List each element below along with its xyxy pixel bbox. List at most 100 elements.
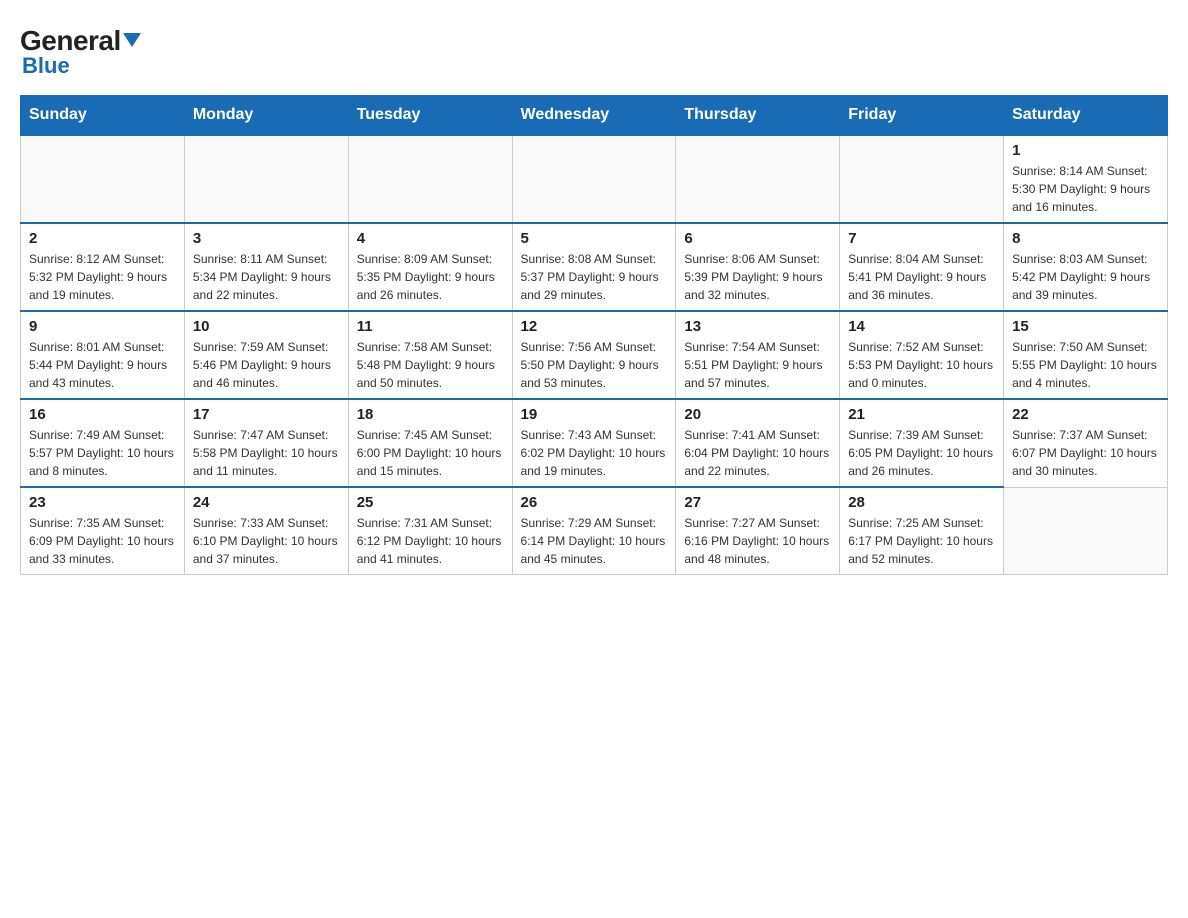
day-info: Sunrise: 8:12 AM Sunset: 5:32 PM Dayligh… [29,250,176,304]
day-number: 6 [684,230,831,247]
day-number: 20 [684,406,831,423]
calendar-week-4: 23 Sunrise: 7:35 AM Sunset: 6:09 PM Dayli… [21,487,1168,575]
calendar-cell: 1 Sunrise: 8:14 AM Sunset: 5:30 PM Daylig… [1004,135,1168,223]
day-info: Sunrise: 8:03 AM Sunset: 5:42 PM Dayligh… [1012,250,1159,304]
day-number: 23 [29,494,176,511]
calendar-cell: 3 Sunrise: 8:11 AM Sunset: 5:34 PM Daylig… [184,223,348,311]
calendar-week-3: 16 Sunrise: 7:49 AM Sunset: 5:57 PM Dayli… [21,399,1168,487]
day-info: Sunrise: 7:29 AM Sunset: 6:14 PM Dayligh… [521,514,668,568]
calendar-cell: 25Sunrise: 7:31 AM Sunset: 6:12 PM Dayli… [348,487,512,575]
day-number: 5 [521,230,668,247]
day-info: Sunrise: 7:27 AM Sunset: 6:16 PM Dayligh… [684,514,831,568]
calendar-cell: 15 Sunrise: 7:50 AM Sunset: 5:55 PM Dayli… [1004,311,1168,399]
logo-blue-text: Blue [22,53,70,79]
day-number: 16 [29,406,176,423]
calendar-cell: 27 Sunrise: 7:27 AM Sunset: 6:16 PM Dayli… [676,487,840,575]
day-info: Sunrise: 7:33 AM Sunset: 6:10 PM Dayligh… [193,514,340,568]
day-info: Sunrise: 8:09 AM Sunset: 5:35 PM Dayligh… [357,250,504,304]
calendar-cell: 22 Sunrise: 7:37 AM Sunset: 6:07 PM Dayli… [1004,399,1168,487]
day-info: Sunrise: 8:06 AM Sunset: 5:39 PM Dayligh… [684,250,831,304]
day-number: 19 [521,406,668,423]
calendar-cell: 4 Sunrise: 8:09 AM Sunset: 5:35 PM Daylig… [348,223,512,311]
day-number: 15 [1012,318,1159,335]
weekday-header-row: SundayMondayTuesdayWednesdayThursdayFrid… [21,96,1168,136]
calendar-cell: 21 Sunrise: 7:39 AM Sunset: 6:05 PM Dayli… [840,399,1004,487]
day-number: 7 [848,230,995,247]
calendar-cell: 28 Sunrise: 7:25 AM Sunset: 6:17 PM Dayli… [840,487,1004,575]
day-number: 8 [1012,230,1159,247]
calendar-cell: 16 Sunrise: 7:49 AM Sunset: 5:57 PM Dayli… [21,399,185,487]
calendar-cell: 18 Sunrise: 7:45 AM Sunset: 6:00 PM Dayli… [348,399,512,487]
day-number: 13 [684,318,831,335]
day-info: Sunrise: 7:59 AM Sunset: 5:46 PM Dayligh… [193,338,340,392]
day-number: 10 [193,318,340,335]
weekday-header-wednesday: Wednesday [512,96,676,136]
day-number: 2 [29,230,176,247]
day-info: Sunrise: 8:11 AM Sunset: 5:34 PM Dayligh… [193,250,340,304]
calendar-cell [348,135,512,223]
calendar-cell: 6 Sunrise: 8:06 AM Sunset: 5:39 PM Daylig… [676,223,840,311]
calendar-cell: 20 Sunrise: 7:41 AM Sunset: 6:04 PM Dayli… [676,399,840,487]
calendar-cell: 26 Sunrise: 7:29 AM Sunset: 6:14 PM Dayli… [512,487,676,575]
day-info: Sunrise: 7:43 AM Sunset: 6:02 PM Dayligh… [521,426,668,480]
day-number: 21 [848,406,995,423]
day-info: Sunrise: 7:39 AM Sunset: 6:05 PM Dayligh… [848,426,995,480]
calendar-cell: 17Sunrise: 7:47 AM Sunset: 5:58 PM Dayli… [184,399,348,487]
calendar-cell: 9 Sunrise: 8:01 AM Sunset: 5:44 PM Daylig… [21,311,185,399]
calendar-cell [512,135,676,223]
calendar-week-1: 2 Sunrise: 8:12 AM Sunset: 5:32 PM Daylig… [21,223,1168,311]
day-info: Sunrise: 7:35 AM Sunset: 6:09 PM Dayligh… [29,514,176,568]
calendar-cell: 24Sunrise: 7:33 AM Sunset: 6:10 PM Dayli… [184,487,348,575]
calendar-cell: 19 Sunrise: 7:43 AM Sunset: 6:02 PM Dayli… [512,399,676,487]
day-number: 28 [848,494,995,511]
calendar-cell [21,135,185,223]
day-info: Sunrise: 7:45 AM Sunset: 6:00 PM Dayligh… [357,426,504,480]
day-info: Sunrise: 8:04 AM Sunset: 5:41 PM Dayligh… [848,250,995,304]
day-info: Sunrise: 7:31 AM Sunset: 6:12 PM Dayligh… [357,514,504,568]
day-number: 4 [357,230,504,247]
day-info: Sunrise: 7:47 AM Sunset: 5:58 PM Dayligh… [193,426,340,480]
day-number: 9 [29,318,176,335]
calendar-cell: 11 Sunrise: 7:58 AM Sunset: 5:48 PM Dayli… [348,311,512,399]
calendar-cell: 5 Sunrise: 8:08 AM Sunset: 5:37 PM Daylig… [512,223,676,311]
day-info: Sunrise: 8:01 AM Sunset: 5:44 PM Dayligh… [29,338,176,392]
day-number: 22 [1012,406,1159,423]
day-number: 11 [357,318,504,335]
day-info: Sunrise: 7:49 AM Sunset: 5:57 PM Dayligh… [29,426,176,480]
day-number: 18 [357,406,504,423]
calendar-cell: 23 Sunrise: 7:35 AM Sunset: 6:09 PM Dayli… [21,487,185,575]
day-info: Sunrise: 7:41 AM Sunset: 6:04 PM Dayligh… [684,426,831,480]
calendar-cell: 13 Sunrise: 7:54 AM Sunset: 5:51 PM Dayli… [676,311,840,399]
weekday-header-thursday: Thursday [676,96,840,136]
weekday-header-tuesday: Tuesday [348,96,512,136]
calendar-cell [184,135,348,223]
calendar-cell: 12 Sunrise: 7:56 AM Sunset: 5:50 PM Dayli… [512,311,676,399]
calendar-cell: 7 Sunrise: 8:04 AM Sunset: 5:41 PM Daylig… [840,223,1004,311]
day-info: Sunrise: 7:50 AM Sunset: 5:55 PM Dayligh… [1012,338,1159,392]
weekday-header-saturday: Saturday [1004,96,1168,136]
day-info: Sunrise: 7:58 AM Sunset: 5:48 PM Dayligh… [357,338,504,392]
weekday-header-friday: Friday [840,96,1004,136]
page-header: General Blue [20,20,1168,79]
calendar-cell [840,135,1004,223]
day-info: Sunrise: 7:56 AM Sunset: 5:50 PM Dayligh… [521,338,668,392]
day-info: Sunrise: 8:14 AM Sunset: 5:30 PM Dayligh… [1012,162,1159,216]
day-number: 27 [684,494,831,511]
weekday-header-monday: Monday [184,96,348,136]
day-info: Sunrise: 7:54 AM Sunset: 5:51 PM Dayligh… [684,338,831,392]
day-info: Sunrise: 7:37 AM Sunset: 6:07 PM Dayligh… [1012,426,1159,480]
day-number: 12 [521,318,668,335]
day-number: 1 [1012,142,1159,159]
day-number: 3 [193,230,340,247]
calendar-cell: 10 Sunrise: 7:59 AM Sunset: 5:46 PM Dayli… [184,311,348,399]
day-info: Sunrise: 8:08 AM Sunset: 5:37 PM Dayligh… [521,250,668,304]
day-number: 26 [521,494,668,511]
calendar-cell [1004,487,1168,575]
day-number: 14 [848,318,995,335]
calendar-cell: 14Sunrise: 7:52 AM Sunset: 5:53 PM Dayli… [840,311,1004,399]
calendar-cell: 8 Sunrise: 8:03 AM Sunset: 5:42 PM Daylig… [1004,223,1168,311]
calendar-cell [676,135,840,223]
day-info: Sunrise: 7:25 AM Sunset: 6:17 PM Dayligh… [848,514,995,568]
calendar-week-0: 1 Sunrise: 8:14 AM Sunset: 5:30 PM Daylig… [21,135,1168,223]
calendar-cell: 2 Sunrise: 8:12 AM Sunset: 5:32 PM Daylig… [21,223,185,311]
